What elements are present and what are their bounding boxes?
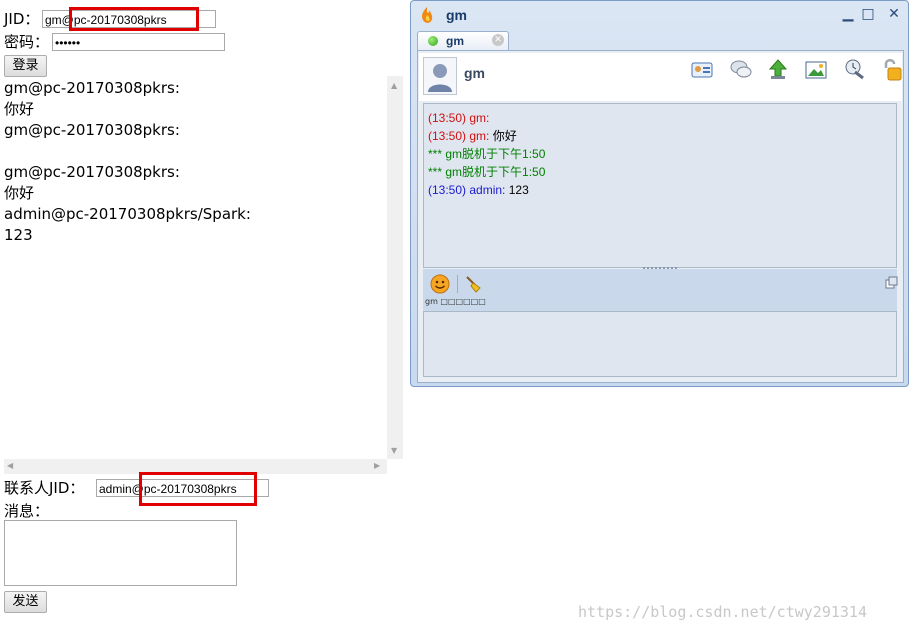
- contact-header: gm: [419, 53, 902, 101]
- compose-input[interactable]: [423, 311, 897, 377]
- settings-icon[interactable]: [843, 58, 865, 80]
- scroll-down-icon[interactable]: ▼: [391, 446, 397, 455]
- title-bar[interactable]: gm ▁ □ ✕: [411, 1, 908, 29]
- close-icon[interactable]: ✕: [886, 6, 902, 22]
- login-button[interactable]: 登录: [4, 55, 47, 77]
- tab-gm[interactable]: gm ✕: [417, 31, 509, 50]
- send-file-icon[interactable]: [767, 58, 789, 80]
- log-line: 123: [4, 226, 33, 244]
- maximize-icon[interactable]: □: [860, 6, 876, 22]
- toolbar-divider: [457, 275, 458, 293]
- vertical-scrollbar[interactable]: ▲ ▼: [387, 76, 403, 459]
- chat-transcript: (13:50) gm: (13:50) gm: 你好 *** gm脱机于下午1:…: [423, 103, 897, 268]
- password-input[interactable]: ••••••: [52, 33, 225, 51]
- screenshot-icon[interactable]: [805, 61, 827, 79]
- contact-jid-label: 联系人JID：: [4, 479, 85, 497]
- scroll-up-icon[interactable]: ▲: [391, 81, 397, 90]
- log-line: 你好: [4, 184, 35, 202]
- popout-icon[interactable]: [885, 275, 899, 289]
- clear-broom-icon[interactable]: [463, 274, 483, 294]
- profile-card-icon[interactable]: [691, 61, 713, 79]
- avatar: [423, 57, 457, 95]
- message-textarea[interactable]: [4, 520, 237, 586]
- compose-toolbar: gm □□□□□□: [423, 269, 899, 311]
- chat-message: (13:50) gm:: [428, 111, 490, 125]
- chat-status-message: *** gm脱机于下午1:50: [428, 147, 546, 161]
- contact-name: gm: [464, 65, 485, 81]
- chat-window: gm ▁ □ ✕ gm ✕ gm (13:50) gm: (13:50) gm:…: [410, 0, 909, 387]
- chat-message: (13:50) gm: 你好: [428, 129, 517, 143]
- log-line: gm@pc-20170308pkrs:: [4, 163, 180, 181]
- unlock-icon[interactable]: [881, 58, 903, 82]
- tab-close-icon[interactable]: ✕: [492, 34, 504, 46]
- message-label: 消息：: [4, 502, 50, 520]
- typing-status: gm □□□□□□: [425, 297, 486, 306]
- minimize-icon[interactable]: ▁: [840, 6, 856, 22]
- log-line: gm@pc-20170308pkrs:: [4, 79, 180, 97]
- watermark: https://blog.csdn.net/ctwy291314: [578, 603, 867, 621]
- log-line: admin@pc-20170308pkrs/Spark:: [4, 205, 251, 223]
- jid-label: JID：: [4, 10, 40, 28]
- spark-logo-icon: [419, 6, 435, 24]
- emoticon-icon[interactable]: [429, 273, 451, 295]
- online-status-icon: [428, 36, 438, 46]
- chat-history-icon[interactable]: [729, 59, 753, 81]
- message-log: gm@pc-20170308pkrs: 你好 gm@pc-20170308pkr…: [0, 76, 403, 474]
- chat-status-message: *** gm脱机于下午1:50: [428, 165, 546, 179]
- log-line: 你好: [4, 100, 35, 118]
- highlight-box: [69, 7, 199, 31]
- tab-label: gm: [446, 34, 464, 48]
- scroll-right-icon[interactable]: ▶: [374, 461, 380, 470]
- send-button[interactable]: 发送: [4, 591, 47, 613]
- chat-message: (13:50) admin: 123: [428, 183, 529, 197]
- highlight-box: [139, 472, 257, 506]
- window-title: gm: [446, 7, 467, 23]
- password-label: 密码：: [4, 33, 50, 51]
- log-line: gm@pc-20170308pkrs:: [4, 121, 180, 139]
- scroll-left-icon[interactable]: ◀: [7, 461, 13, 470]
